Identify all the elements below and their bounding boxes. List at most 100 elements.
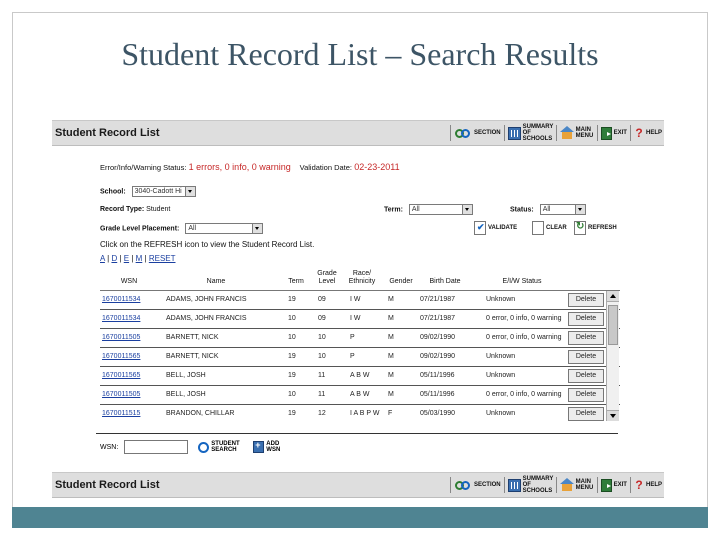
school-select[interactable]: 3040-Cadott Hi xyxy=(131,186,196,197)
cell-name: BARNETT, NICK xyxy=(166,353,219,360)
summary-label: SUMMARY OF SCHOOLS xyxy=(522,476,554,494)
section-button[interactable]: SECTION xyxy=(454,126,501,140)
table-body: 1670011534 ADAMS, JOHN FRANCIS 19 09 I W M 07/… xyxy=(100,291,620,421)
student-record-table[interactable]: 1670011534 ADAMS, JOHN FRANCIS 19 09 I W M 07/… xyxy=(100,290,620,421)
delete-button[interactable]: Delete xyxy=(568,293,604,307)
delete-button[interactable]: Delete xyxy=(568,350,604,364)
help-button[interactable]: ? HELP xyxy=(634,126,662,140)
scroll-thumb[interactable] xyxy=(608,305,618,345)
section-button[interactable]: SECTION xyxy=(454,478,501,492)
refresh-button[interactable]: REFRESH xyxy=(574,221,617,235)
delete-button[interactable]: Delete xyxy=(568,388,604,402)
summary-of-schools-button[interactable]: SUMMARY OF SCHOOLS xyxy=(507,476,554,494)
delete-button[interactable]: Delete xyxy=(568,331,604,345)
status-filter-label: Status: xyxy=(510,206,534,214)
cell-gender: M xyxy=(388,334,394,341)
summary-icon xyxy=(507,478,521,492)
grade-level-select[interactable]: All xyxy=(185,223,264,234)
toolbar-divider xyxy=(629,477,631,493)
col-eiw-status: E/I/W Status xyxy=(502,278,542,285)
col-birth-date: Birth Date xyxy=(429,278,461,285)
letter-m-link[interactable]: M xyxy=(136,254,143,263)
scroll-down-icon[interactable] xyxy=(607,410,619,421)
table-row: 1670011565 BELL, JOSH 19 11 A B W M 05/11/1996… xyxy=(100,367,620,386)
table-row: 1670011505 BARNETT, NICK 10 10 P M 09/02/1990 0… xyxy=(100,329,620,348)
validation-date-label: Validation Date: xyxy=(299,163,353,172)
exit-button[interactable]: EXIT xyxy=(600,126,627,140)
home-icon xyxy=(559,478,574,492)
cell-wsn[interactable]: 1670011565 xyxy=(102,372,140,379)
cell-birth-date: 09/02/1990 xyxy=(420,353,456,360)
table-row: 1670011515 BRANDON, CHILLAR 19 12 I A B P W F… xyxy=(100,405,620,421)
term-select[interactable]: All xyxy=(408,204,473,215)
exit-label: EXIT xyxy=(613,130,627,136)
student-search-button[interactable]: STUDENT SEARCH xyxy=(211,441,241,453)
col-term: Term xyxy=(288,278,304,285)
cell-race-ethnicity: A B W xyxy=(350,391,370,398)
status-label: Error/Info/Warning Status: xyxy=(100,163,187,172)
toolbar-links: SECTION SUMMARY OF SCHOOLS MAIN MENU EXI… xyxy=(447,124,662,142)
search-icon[interactable] xyxy=(198,441,210,453)
reset-link[interactable]: RESET xyxy=(149,254,176,263)
delete-button[interactable]: Delete xyxy=(568,312,604,326)
delete-button[interactable]: Delete xyxy=(568,407,604,421)
cell-gender: M xyxy=(388,353,394,360)
add-wsn-icon[interactable] xyxy=(253,440,265,453)
scroll-up-icon[interactable] xyxy=(607,291,619,302)
cell-wsn[interactable]: 1670011505 xyxy=(102,391,140,398)
cell-birth-date: 09/02/1990 xyxy=(420,334,456,341)
status-select-value: All xyxy=(542,206,551,213)
section-label: SECTION xyxy=(473,130,501,136)
wsn-input[interactable] xyxy=(124,440,189,454)
cell-wsn[interactable]: 1670011534 xyxy=(102,315,140,322)
clear-button[interactable]: CLEAR xyxy=(532,221,567,235)
validate-icon xyxy=(474,221,486,235)
letter-a-link[interactable]: A xyxy=(100,254,105,263)
col-grade-level: Grade Level xyxy=(317,270,337,285)
cell-birth-date: 05/11/1996 xyxy=(420,391,455,398)
cell-gender: M xyxy=(388,391,394,398)
add-wsn-button[interactable]: ADD WSN xyxy=(266,441,282,453)
vertical-scrollbar[interactable] xyxy=(606,291,619,421)
top-toolbar: Student Record List SECTION SUMMARY OF S… xyxy=(52,120,664,146)
cell-gender: M xyxy=(388,315,394,322)
refresh-label: REFRESH xyxy=(588,225,617,231)
delete-button[interactable]: Delete xyxy=(568,369,604,383)
main-menu-button[interactable]: MAIN MENU xyxy=(559,478,594,492)
cell-grade-level: 12 xyxy=(318,410,326,417)
cell-wsn[interactable]: 1670011505 xyxy=(102,334,140,341)
cell-grade-level: 10 xyxy=(318,353,326,360)
status-select[interactable]: All xyxy=(539,204,586,215)
help-button[interactable]: ? HELP xyxy=(634,477,662,492)
toolbar-divider xyxy=(555,125,557,141)
toolbar-links: SECTION SUMMARY OF SCHOOLS MAIN MENU EXI… xyxy=(447,476,662,494)
cell-eiw-status: Unknown xyxy=(486,353,516,360)
summary-of-schools-button[interactable]: SUMMARY OF SCHOOLS xyxy=(507,124,553,142)
cell-race-ethnicity: I W xyxy=(350,296,361,303)
section-icon xyxy=(454,126,472,140)
cell-term: 10 xyxy=(288,334,296,341)
cell-wsn[interactable]: 1670011565 xyxy=(102,353,140,360)
cell-name: ADAMS, JOHN FRANCIS xyxy=(166,315,247,322)
validate-label: VALIDATE xyxy=(488,225,518,231)
main-menu-button[interactable]: MAIN MENU xyxy=(559,126,594,140)
cell-grade-level: 11 xyxy=(318,372,326,379)
validate-button[interactable]: VALIDATE xyxy=(474,221,517,235)
cell-eiw-status: 0 error, 0 info, 0 warning xyxy=(486,391,562,398)
exit-button[interactable]: EXIT xyxy=(600,478,627,492)
letter-e-link[interactable]: E xyxy=(124,254,129,263)
school-label: School: xyxy=(100,188,126,196)
term-label: Term: xyxy=(384,206,403,214)
main-menu-label: MAIN MENU xyxy=(575,127,594,139)
grade-level-label: Grade Level Placement: xyxy=(100,225,180,233)
term-row: Term: All xyxy=(384,204,473,215)
toolbar-divider xyxy=(449,477,451,493)
help-icon: ? xyxy=(635,477,643,492)
letter-d-link[interactable]: D xyxy=(111,254,117,263)
wsn-search-bar: WSN: STUDENT SEARCH ADD WSN xyxy=(100,440,282,454)
status-row: Error/Info/Warning Status: 1 errors, 0 i… xyxy=(100,162,400,172)
col-wsn: WSN xyxy=(120,278,138,285)
cell-wsn[interactable]: 1670011534 xyxy=(102,296,140,303)
toolbar-divider xyxy=(503,125,505,141)
cell-wsn[interactable]: 1670011515 xyxy=(102,410,140,417)
